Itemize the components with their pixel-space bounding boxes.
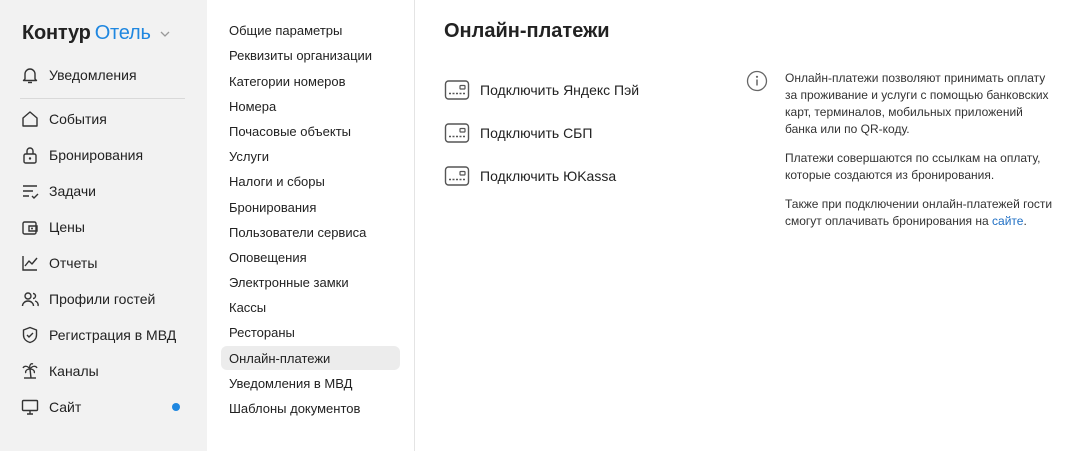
sidebar-divider [20,98,185,99]
option-label: Подключить СБП [480,125,593,141]
submenu-item-requisites[interactable]: Реквизиты организации [221,43,400,67]
info-paragraph-3-end: . [1023,214,1027,228]
main-sidebar: Контур Отель Уведомления События Брониро… [0,0,207,451]
submenu-item-hourly-objects[interactable]: Почасовые объекты [221,119,400,143]
sidebar-item-events[interactable]: События [20,107,190,131]
sidebar-item-label: Уведомления [49,67,137,83]
sidebar-item-mvd-registration[interactable]: Регистрация в МВД [20,323,190,347]
sidebar-item-label: Каналы [49,363,99,379]
option-label: Подключить Яндекс Пэй [480,82,640,98]
info-text: Онлайн-платежи позволяют принимать оплат… [785,70,1055,242]
sidebar-item-label: Цены [49,219,85,235]
sidebar-item-reports[interactable]: Отчеты [20,251,190,275]
card-icon [444,79,470,101]
sidebar-item-label: Профили гостей [49,291,156,307]
submenu-item-general[interactable]: Общие параметры [221,18,400,42]
submenu-item-electronic-locks[interactable]: Электронные замки [221,270,400,294]
submenu-item-room-categories[interactable]: Категории номеров [221,69,400,93]
sidebar-item-label: Регистрация в МВД [49,327,177,343]
submenu-item-document-templates[interactable]: Шаблоны документов [221,396,400,420]
card-icon [444,165,470,187]
logo-part1: Контур [22,21,91,44]
info-paragraph-3: Также при подключении онлайн-платежей го… [785,196,1055,230]
sidebar-item-label: События [49,111,107,127]
sidebar-item-channels[interactable]: Каналы [20,359,190,383]
submenu-item-users[interactable]: Пользователи сервиса [221,220,400,244]
info-paragraph-1: Онлайн-платежи позволяют принимать оплат… [785,71,1049,136]
sidebar-item-notifications[interactable]: Уведомления [20,63,190,87]
submenu-item-restaurants[interactable]: Рестораны [221,320,400,344]
submenu-item-online-payments[interactable]: Онлайн-платежи [221,346,400,370]
sidebar-item-label: Сайт [49,399,82,415]
option-label: Подключить ЮKassa [480,168,617,184]
submenu-item-rooms[interactable]: Номера [221,94,400,118]
sidebar-item-bookings[interactable]: Бронирования [20,143,190,167]
bell-icon [20,65,40,85]
wallet-icon [20,217,40,237]
home-icon [20,109,40,129]
chart-icon [20,253,40,273]
sidebar-item-label: Задачи [49,183,97,199]
palm-icon [20,361,40,381]
app-logo[interactable]: Контур Отель [22,21,171,45]
submenu-item-mvd-notifications[interactable]: Уведомления в МВД [221,371,400,395]
sidebar-item-tasks[interactable]: Задачи [20,179,190,203]
lock-icon [20,145,40,165]
sidebar-item-guest-profiles[interactable]: Профили гостей [20,287,190,311]
connect-yandex-pay-button[interactable]: Подключить Яндекс Пэй [444,77,639,103]
shield-icon [20,325,40,345]
monitor-icon [20,397,40,417]
site-link[interactable]: сайте [992,214,1023,228]
submenu-item-taxes[interactable]: Налоги и сборы [221,169,400,193]
settings-submenu: Общие параметры Реквизиты организации Ка… [207,0,415,451]
sidebar-item-prices[interactable]: Цены [20,215,190,239]
sidebar-item-label: Бронирования [49,147,144,163]
submenu-item-services[interactable]: Услуги [221,144,400,168]
page-title: Онлайн-платежи [444,20,610,42]
info-paragraph-2: Платежи совершаются по ссылкам на оплату… [785,151,1041,182]
submenu-item-cash-registers[interactable]: Кассы [221,295,400,319]
notification-dot [172,403,180,411]
submenu-item-alerts[interactable]: Оповещения [221,245,400,269]
sidebar-item-site[interactable]: Сайт [20,395,190,419]
logo-part2: Отель [94,21,151,44]
card-icon [444,122,470,144]
tasks-icon [20,181,40,201]
chevron-down-icon [159,27,171,39]
submenu-item-bookings[interactable]: Бронирования [221,195,400,219]
sidebar-item-label: Отчеты [49,255,98,271]
connect-sbp-button[interactable]: Подключить СБП [444,120,592,146]
connect-yookassa-button[interactable]: Подключить ЮKassa [444,163,616,189]
users-icon [20,289,40,309]
main-content: Онлайн-платежи Подключить Яндекс Пэй Под… [416,0,1091,451]
info-icon [746,70,768,92]
